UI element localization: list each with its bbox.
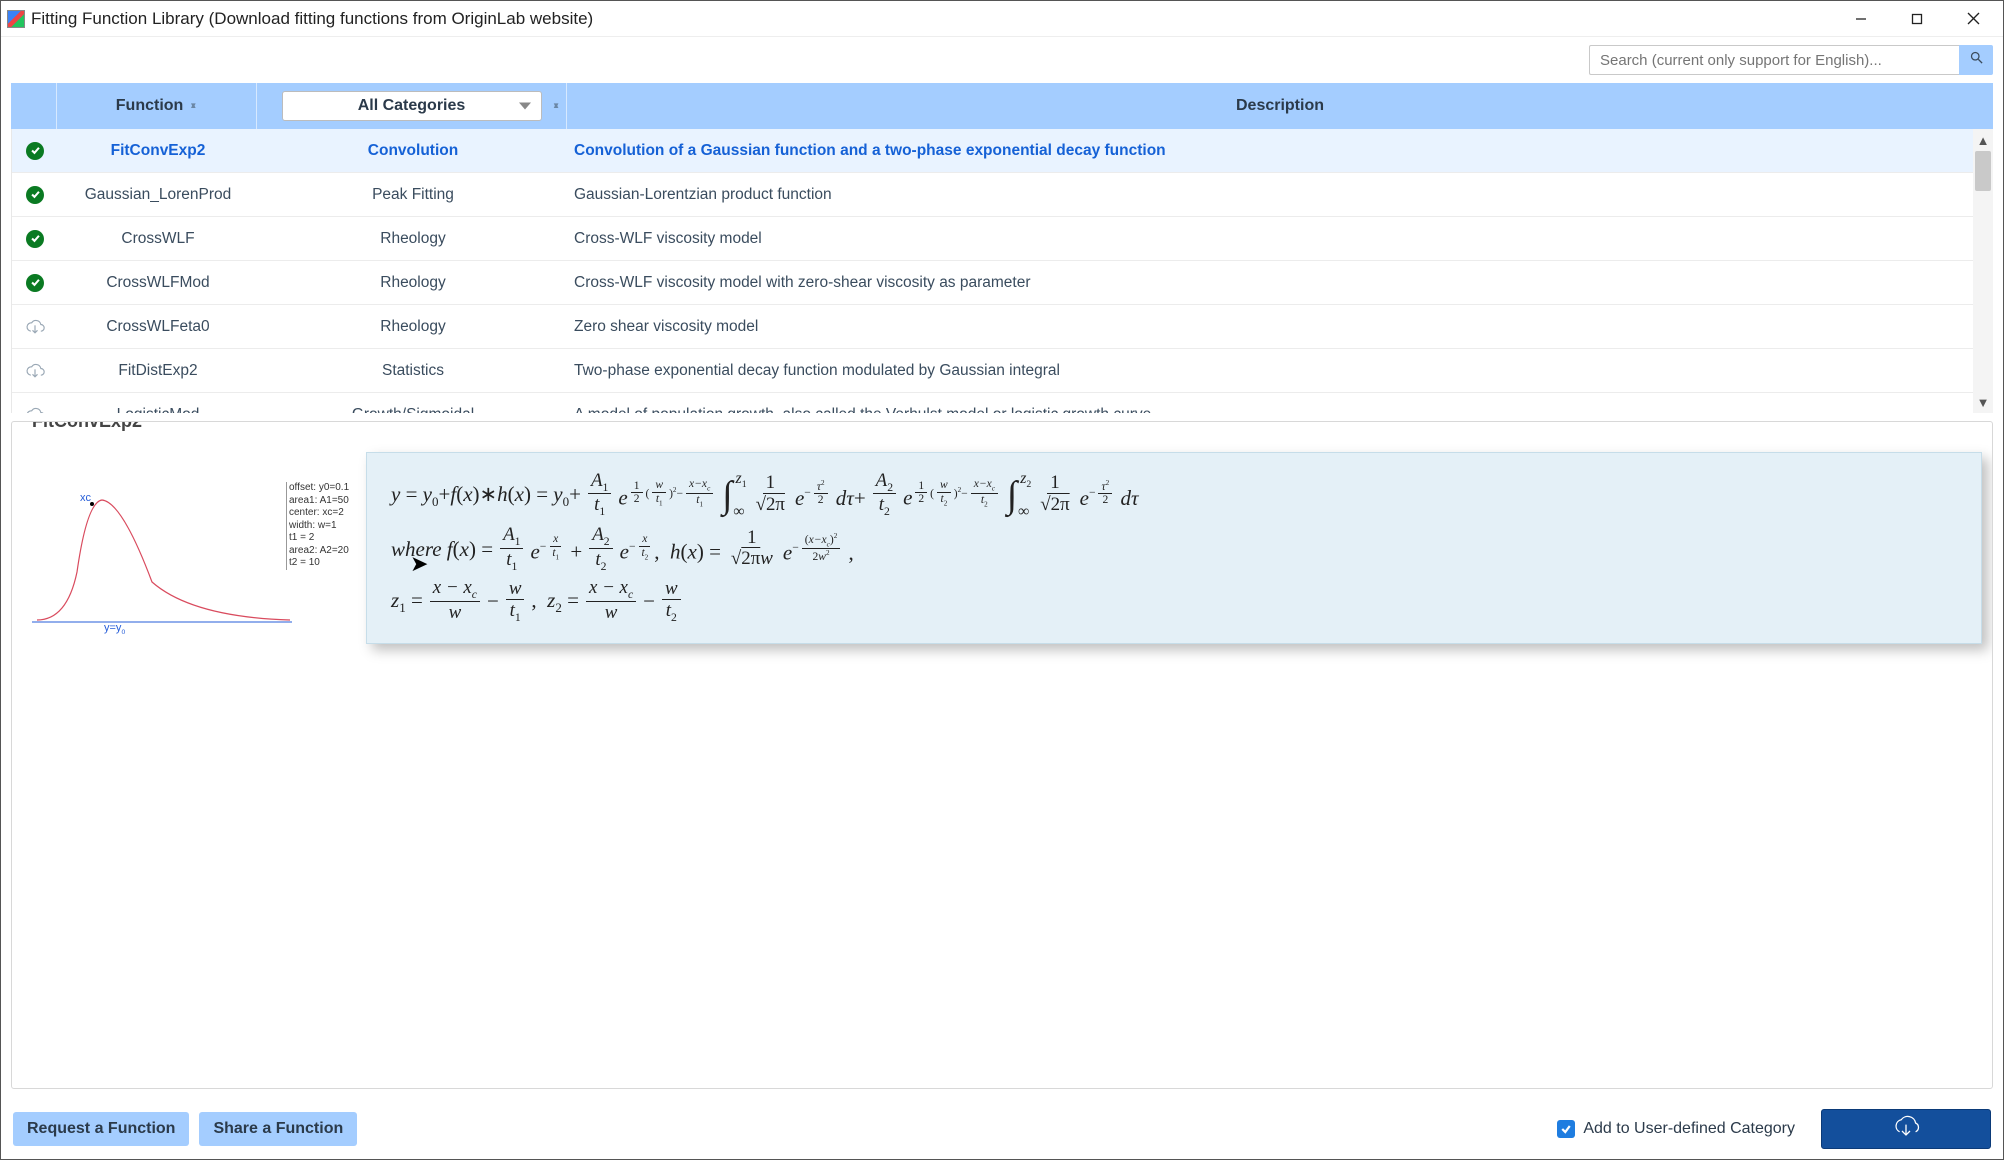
installed-icon <box>26 230 44 248</box>
cloud-download-icon <box>25 317 45 337</box>
table-row[interactable]: CrossWLFModRheologyCross-WLF viscosity m… <box>12 261 1992 305</box>
scroll-down-icon[interactable]: ▼ <box>1973 391 1993 413</box>
cell-function: Gaussian_LorenProd <box>58 186 258 204</box>
installed-icon <box>26 142 44 160</box>
table-row[interactable]: CrossWLFeta0RheologyZero shear viscosity… <box>12 305 1992 349</box>
cell-description: Cross-WLF viscosity model <box>568 230 1992 248</box>
cell-function: FitDistExp2 <box>58 362 258 380</box>
chevron-down-icon <box>519 103 531 110</box>
cloud-download-icon <box>25 405 45 414</box>
download-button[interactable] <box>1821 1109 1991 1149</box>
cell-function: CrossWLF <box>58 230 258 248</box>
cell-category: Rheology <box>258 318 568 336</box>
cell-category: Peak Fitting <box>258 186 568 204</box>
close-button[interactable] <box>1945 2 2001 36</box>
function-table: Function ▲▼ All Categories ▲▼ Descriptio… <box>11 83 1993 413</box>
category-dropdown[interactable]: All Categories <box>282 91 542 121</box>
cell-description: Gaussian-Lorentzian product function <box>568 186 1992 204</box>
titlebar: Fitting Function Library (Download fitti… <box>1 1 2003 37</box>
col-description: Description <box>567 83 1993 129</box>
cell-function: LogisticMod <box>58 406 258 414</box>
app-window: Fitting Function Library (Download fitti… <box>0 0 2004 1160</box>
app-icon <box>7 10 25 28</box>
cell-description: A model of population growth, also calle… <box>568 406 1992 414</box>
cell-function: FitConvExp2 <box>58 142 258 160</box>
table-header: Function ▲▼ All Categories ▲▼ Descriptio… <box>11 83 1993 129</box>
col-category[interactable]: All Categories ▲▼ <box>257 83 567 129</box>
request-function-button[interactable]: Request a Function <box>13 1112 189 1146</box>
cell-category: Convolution <box>258 142 568 160</box>
scroll-thumb[interactable] <box>1975 151 1991 191</box>
preview-panel: FitConvExp2 xc y=y0 offset: y0=0.1area1:… <box>11 421 1993 1089</box>
cell-category: Statistics <box>258 362 568 380</box>
cloud-download-icon <box>1890 1114 1922 1145</box>
cell-description: Two-phase exponential decay function mod… <box>568 362 1992 380</box>
installed-icon <box>26 186 44 204</box>
preview-graph: xc y=y0 offset: y0=0.1area1: A1=50center… <box>22 452 362 652</box>
minimize-button[interactable] <box>1833 2 1889 36</box>
graph-y0-label: y=y0 <box>104 622 125 636</box>
cell-description: Convolution of a Gaussian function and a… <box>568 142 1992 160</box>
graph-xc-label: xc <box>80 492 91 504</box>
cell-description: Zero shear viscosity model <box>568 318 1992 336</box>
scroll-up-icon[interactable]: ▲ <box>1973 129 1993 151</box>
cell-category: Rheology <box>258 274 568 292</box>
col-function[interactable]: Function ▲▼ <box>57 83 257 129</box>
table-row[interactable]: Gaussian_LorenProdPeak FittingGaussian-L… <box>12 173 1992 217</box>
preview-title: FitConvExp2 <box>26 421 148 432</box>
add-category-label: Add to User-defined Category <box>1583 1120 1795 1138</box>
table-row[interactable]: LogisticModGrowth/SigmoidalA model of po… <box>12 393 1992 413</box>
maximize-button[interactable] <box>1889 2 1945 36</box>
window-title: Fitting Function Library (Download fitti… <box>31 9 593 29</box>
cell-description: Cross-WLF viscosity model with zero-shea… <box>568 274 1992 292</box>
cell-function: CrossWLFMod <box>58 274 258 292</box>
cell-function: CrossWLFeta0 <box>58 318 258 336</box>
share-function-button[interactable]: Share a Function <box>199 1112 357 1146</box>
installed-icon <box>26 274 44 292</box>
search-input[interactable] <box>1589 45 1959 75</box>
search-icon <box>1969 50 1984 70</box>
cell-category: Rheology <box>258 230 568 248</box>
parameter-box: offset: y0=0.1area1: A1=50center: xc=2wi… <box>286 482 362 570</box>
search-button[interactable] <box>1959 45 1993 75</box>
add-category-checkbox[interactable] <box>1557 1120 1575 1138</box>
col-status[interactable] <box>11 83 57 129</box>
table-body[interactable]: FitConvExp2ConvolutionConvolution of a G… <box>11 129 1993 413</box>
cell-category: Growth/Sigmoidal <box>258 406 568 414</box>
cloud-download-icon <box>25 361 45 381</box>
scrollbar[interactable]: ▲ ▼ <box>1973 129 1993 413</box>
table-row[interactable]: CrossWLFRheologyCross-WLF viscosity mode… <box>12 217 1992 261</box>
formula-panel: y = y0+f(x)∗h(x) = y0+ A1t1 e12(wt1)2−x−… <box>366 452 1982 644</box>
footer: Request a Function Share a Function Add … <box>1 1099 2003 1159</box>
table-row[interactable]: FitConvExp2ConvolutionConvolution of a G… <box>12 129 1992 173</box>
table-row[interactable]: FitDistExp2StatisticsTwo-phase exponenti… <box>12 349 1992 393</box>
